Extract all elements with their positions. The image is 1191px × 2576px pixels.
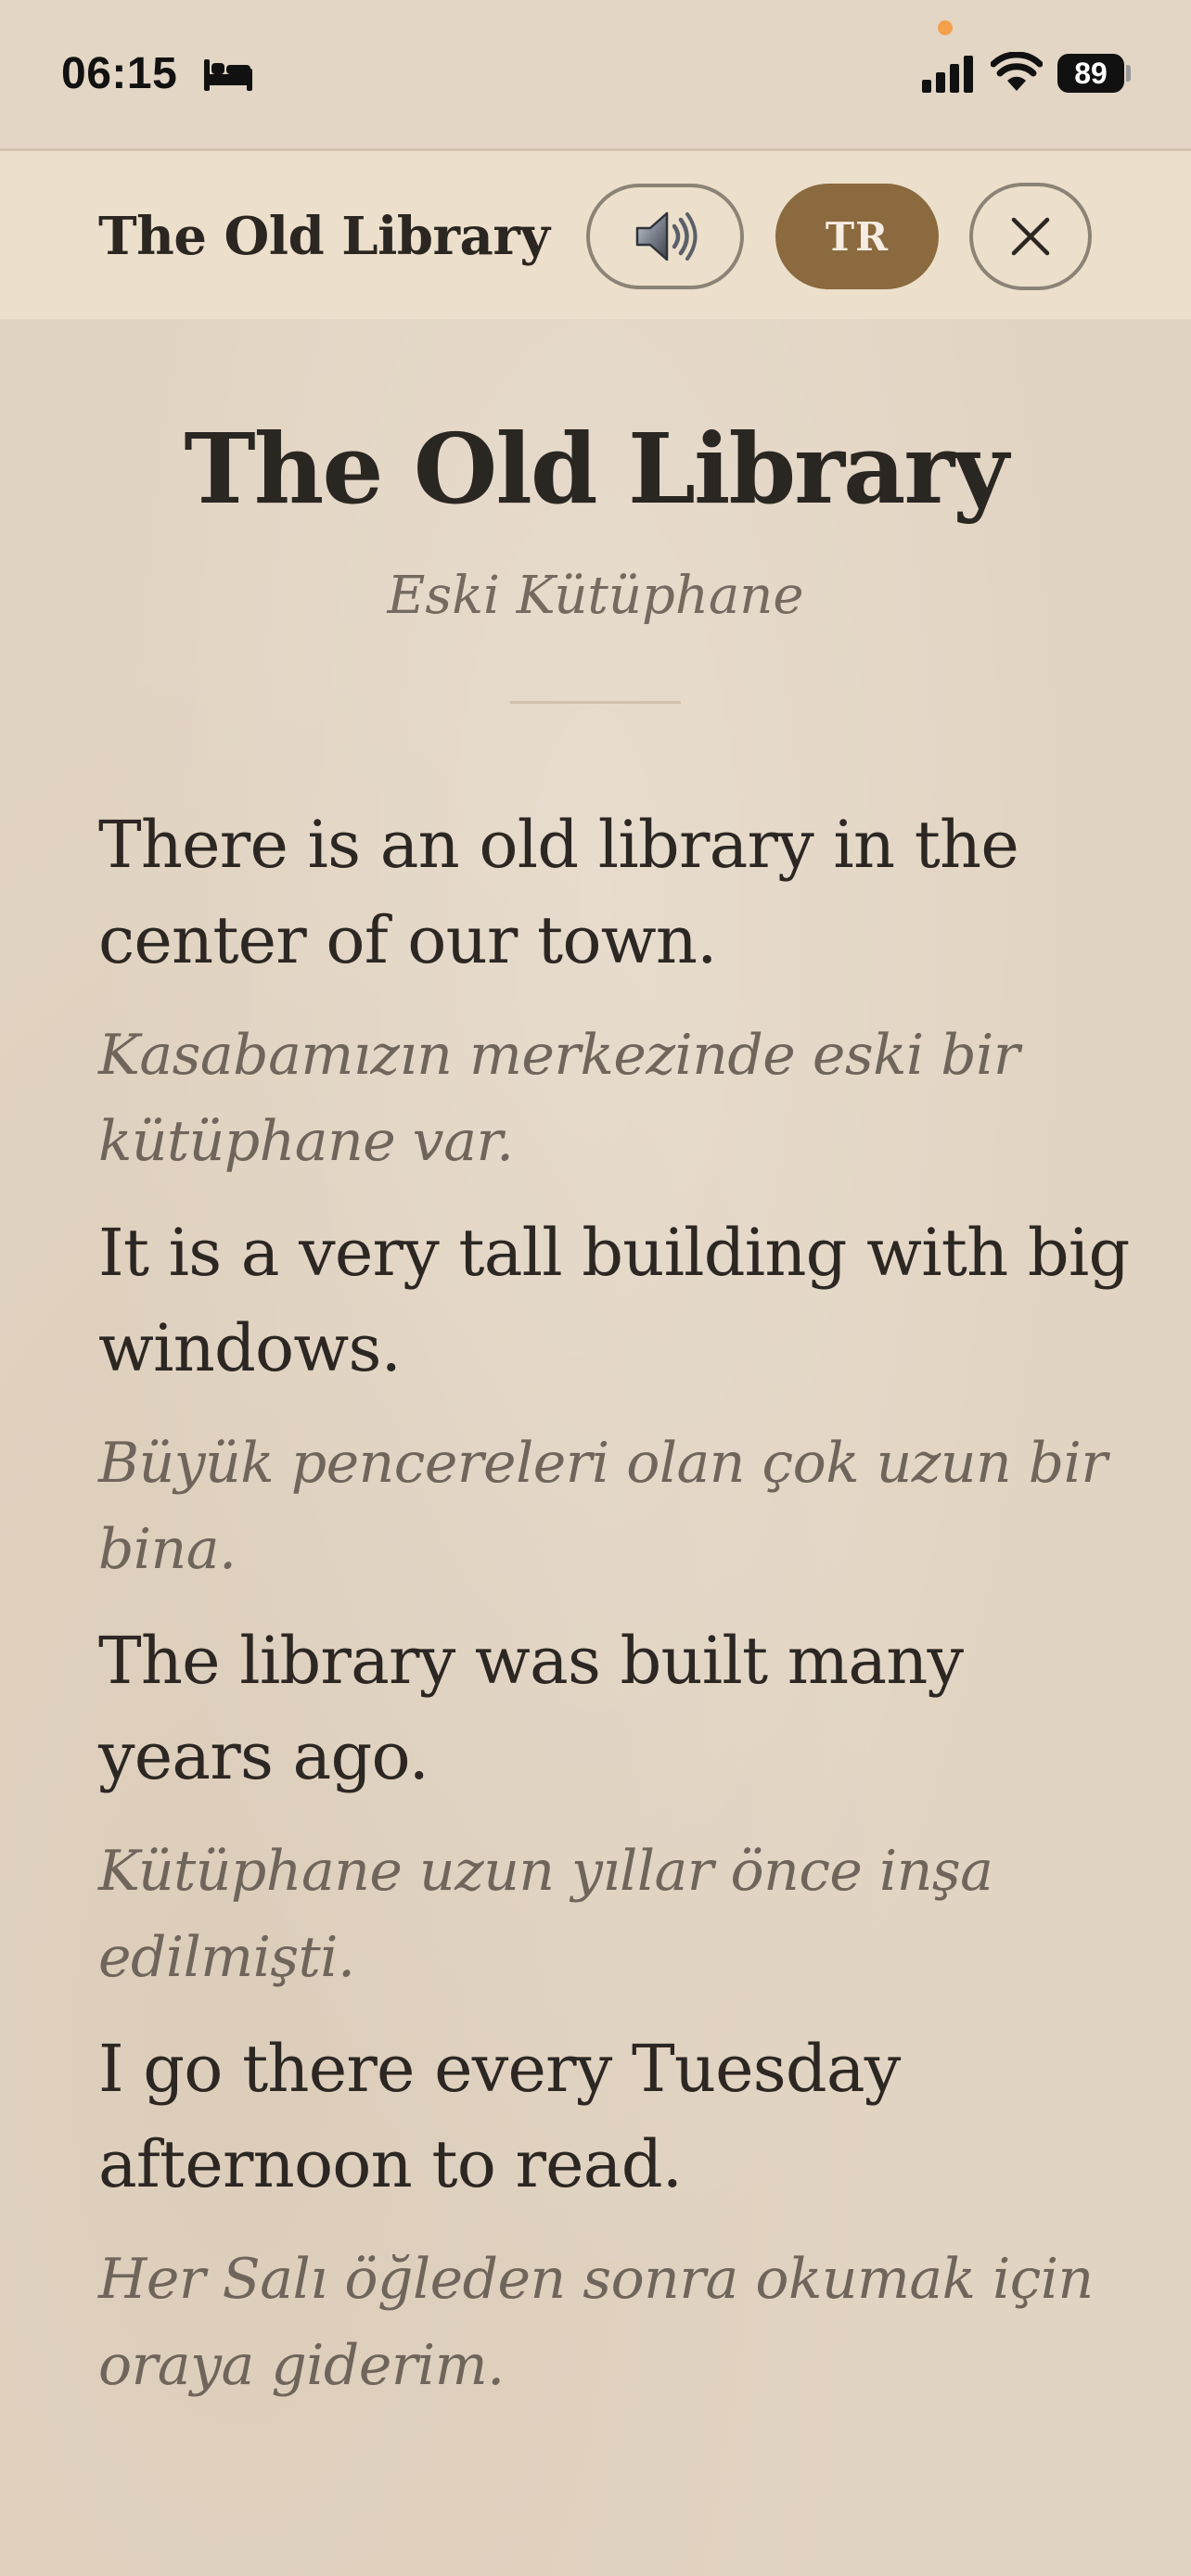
sentence-english[interactable]: There is an old library in the center of… (98, 797, 1137, 988)
battery-icon: 89 (1057, 54, 1124, 93)
close-button[interactable] (969, 183, 1092, 290)
language-toggle-button[interactable]: TR (775, 184, 939, 289)
status-bar: 06:15 89 (0, 0, 1191, 148)
wifi-icon (991, 52, 1043, 91)
audio-button[interactable] (586, 184, 744, 289)
sentence-translation: Her Salı öğleden sonra okumak için oraya… (98, 2247, 1094, 2398)
story-title: The Old Library (184, 412, 1008, 526)
status-time: 06:15 (61, 49, 178, 98)
battery-cap (1126, 65, 1131, 82)
sentence-list: There is an old library in the center of… (98, 797, 1137, 2429)
sentence-translation: Kütüphane uzun yıllar önce inşa edilmişt… (98, 1839, 993, 1990)
reader-header: The Old Library TR (0, 148, 1191, 319)
title-divider (510, 701, 681, 704)
speaker-icon (635, 211, 698, 261)
privacy-indicator-dot (938, 20, 953, 35)
sentence-translation: Büyük pencereleri olan çok uzun bir bina… (98, 1431, 1108, 1582)
sentence-translation: Kasabamızın merkezinde eski bir kütüphan… (98, 1023, 1020, 1174)
header-title: The Old Library (98, 206, 550, 267)
sentence-english[interactable]: I go there every Tuesday afternoon to re… (98, 2021, 1137, 2213)
sentence-english[interactable]: The library was built many years ago. (98, 1613, 1137, 1804)
close-icon (1011, 217, 1050, 256)
bed-icon (204, 59, 252, 91)
signal-icon (922, 56, 973, 93)
sentence-english[interactable]: It is a very tall building with big wind… (98, 1205, 1137, 1396)
story-subtitle: Eski Kütüphane (387, 566, 804, 626)
